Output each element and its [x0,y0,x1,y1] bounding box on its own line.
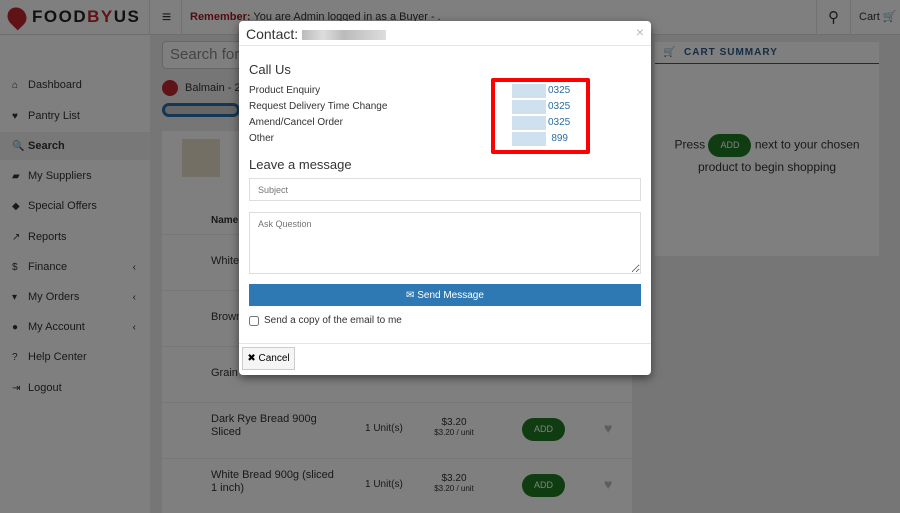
call-us-heading: Call Us [249,62,291,77]
send-message-button[interactable]: ✉ Send Message [249,284,641,306]
subject-input[interactable] [249,178,641,201]
close-icon: ✖ [247,353,256,364]
cancel-button[interactable]: ✖ Cancel [242,347,295,370]
modal-footer-divider [239,343,651,344]
contact-label: Product Enquiry [249,85,321,96]
question-textarea[interactable] [249,212,641,274]
contact-label: Amend/Cancel Order [249,117,343,128]
envelope-icon: ✉ [406,289,415,301]
contact-label: Other [249,133,275,144]
highlight-box [491,78,590,154]
close-icon[interactable]: × [636,24,644,40]
contact-modal: Contact: × Call Us Product Enquiry 0325 Re… [239,21,651,375]
leave-message-heading: Leave a message [249,157,352,172]
modal-title: Contact: [239,21,651,46]
send-copy-checkbox[interactable]: Send a copy of the email to me [249,315,402,326]
send-copy-check[interactable] [249,315,259,326]
redacted-name [302,30,387,41]
contact-label: Request Delivery Time Change [249,101,388,112]
